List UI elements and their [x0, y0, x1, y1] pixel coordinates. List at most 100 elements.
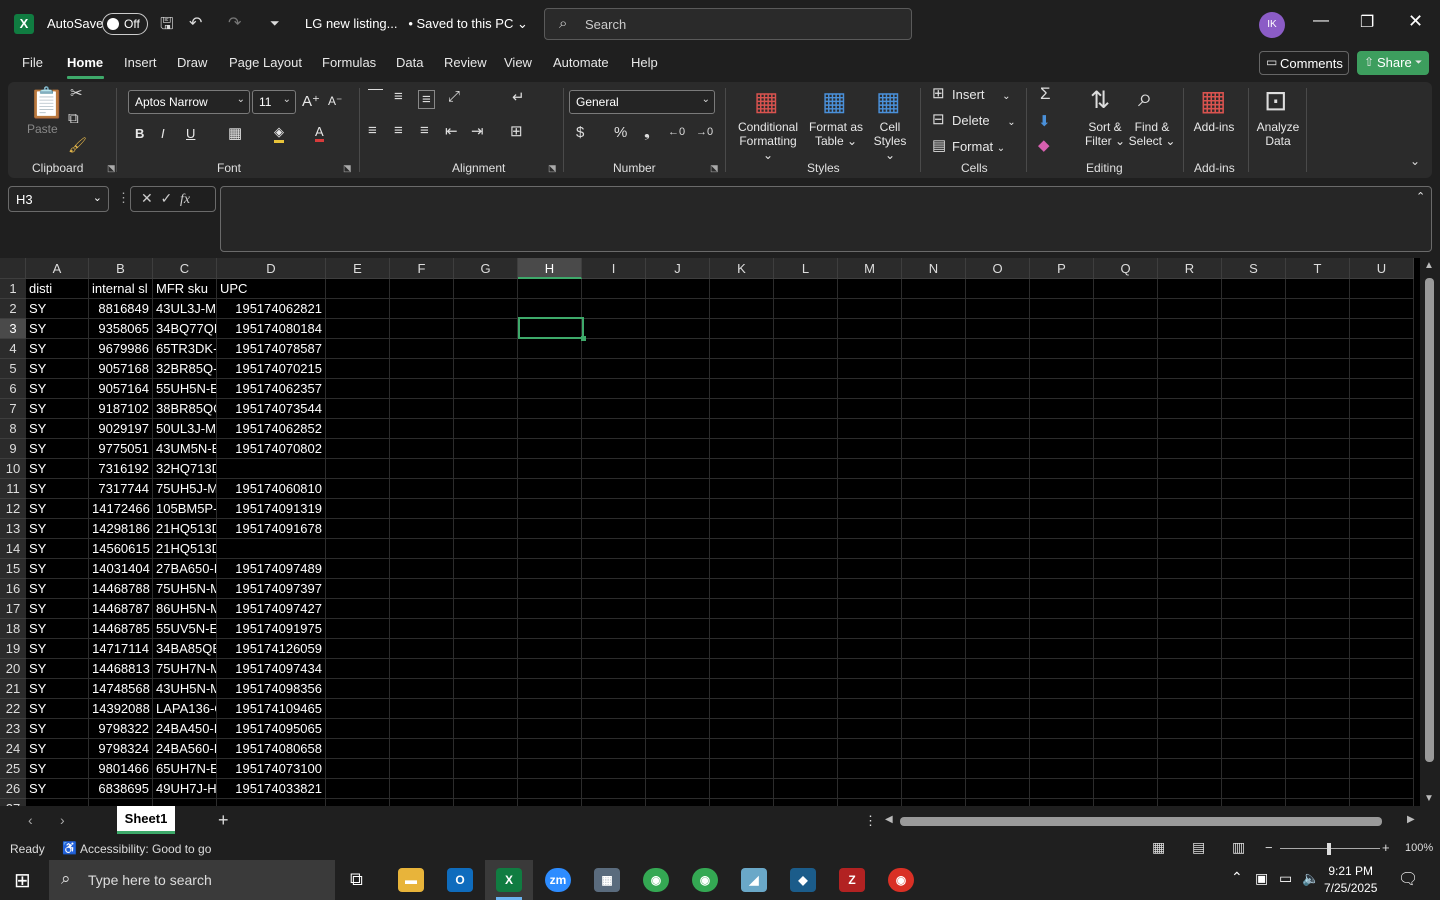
cell[interactable] — [1158, 339, 1222, 359]
cell[interactable]: SY — [26, 739, 89, 759]
cell[interactable] — [518, 339, 582, 359]
delete-cells-icon[interactable]: ⊟ — [932, 110, 945, 128]
align-bottom-icon[interactable]: ≡ — [418, 90, 435, 109]
cell[interactable] — [646, 539, 710, 559]
cell[interactable] — [454, 759, 518, 779]
cell[interactable] — [838, 739, 902, 759]
cell[interactable]: LAPA136-C — [153, 699, 217, 719]
copy-icon[interactable]: ⧉ — [68, 110, 79, 127]
cell[interactable] — [1094, 339, 1158, 359]
format-cells-icon[interactable]: ▤ — [932, 136, 946, 154]
cell[interactable] — [390, 619, 454, 639]
cell[interactable] — [1094, 579, 1158, 599]
cell[interactable] — [1094, 539, 1158, 559]
cell[interactable] — [1286, 759, 1350, 779]
cell[interactable] — [1158, 439, 1222, 459]
close-icon[interactable]: ✕ — [1408, 11, 1423, 32]
cell[interactable] — [1222, 519, 1286, 539]
cell[interactable]: 24BA560-E — [153, 739, 217, 759]
cell[interactable] — [1286, 539, 1350, 559]
cell[interactable] — [326, 799, 390, 806]
cell[interactable] — [646, 779, 710, 799]
cell[interactable]: 195174095065 — [217, 719, 326, 739]
cell[interactable] — [1286, 479, 1350, 499]
cell[interactable] — [1222, 659, 1286, 679]
cell[interactable] — [454, 419, 518, 439]
cell[interactable] — [902, 439, 966, 459]
cell[interactable] — [1030, 659, 1094, 679]
column-header-t[interactable]: T — [1286, 258, 1350, 279]
row-header[interactable]: 18 — [0, 619, 26, 639]
cell[interactable]: SY — [26, 359, 89, 379]
cell[interactable] — [646, 759, 710, 779]
cell[interactable] — [1286, 399, 1350, 419]
cell[interactable] — [710, 779, 774, 799]
cell[interactable] — [518, 759, 582, 779]
cell[interactable] — [1030, 399, 1094, 419]
column-header-a[interactable]: A — [26, 258, 89, 279]
cell[interactable]: 8816849 — [89, 299, 153, 319]
volume-icon[interactable]: 🔈 — [1302, 870, 1319, 887]
cell[interactable] — [1350, 499, 1414, 519]
cell[interactable] — [966, 719, 1030, 739]
cell[interactable]: SY — [26, 439, 89, 459]
decrease-indent-icon[interactable]: ⇤ — [445, 122, 458, 140]
cell[interactable] — [774, 479, 838, 499]
share-dropdown-icon[interactable]: ⏷ — [1415, 57, 1422, 68]
cell[interactable] — [1286, 659, 1350, 679]
cell[interactable] — [326, 319, 390, 339]
cell[interactable] — [326, 759, 390, 779]
cell[interactable] — [710, 299, 774, 319]
row-header[interactable]: 5 — [0, 359, 26, 379]
cell[interactable] — [774, 439, 838, 459]
cell[interactable] — [1030, 799, 1094, 806]
cell[interactable] — [1158, 619, 1222, 639]
cell[interactable] — [646, 719, 710, 739]
row-header[interactable]: 25 — [0, 759, 26, 779]
conditional-formatting-button[interactable]: Conditional Formatting ⌄ — [733, 120, 803, 162]
cell[interactable] — [1030, 639, 1094, 659]
cell[interactable] — [838, 359, 902, 379]
cell[interactable] — [646, 299, 710, 319]
row-header[interactable]: 6 — [0, 379, 26, 399]
cell[interactable]: 195174033821 — [217, 779, 326, 799]
cell[interactable] — [390, 459, 454, 479]
cell[interactable]: SY — [26, 719, 89, 739]
cell[interactable] — [518, 359, 582, 379]
cell[interactable] — [326, 639, 390, 659]
cell[interactable] — [902, 279, 966, 299]
row-header[interactable]: 7 — [0, 399, 26, 419]
clear-icon[interactable]: ◆ — [1038, 136, 1050, 154]
undo-icon[interactable]: ↶ — [189, 13, 202, 33]
cell[interactable]: 55UH5N-E — [153, 379, 217, 399]
cell[interactable] — [1030, 279, 1094, 299]
cell[interactable] — [1222, 719, 1286, 739]
align-left-icon[interactable]: ≡ — [368, 122, 377, 139]
cell[interactable]: 9057164 — [89, 379, 153, 399]
cell[interactable] — [838, 399, 902, 419]
cell[interactable] — [838, 439, 902, 459]
row-header[interactable]: 9 — [0, 439, 26, 459]
column-header-q[interactable]: Q — [1094, 258, 1158, 279]
cell[interactable] — [710, 619, 774, 639]
filezilla-icon[interactable]: Z — [839, 868, 865, 892]
cell[interactable] — [838, 379, 902, 399]
column-header-c[interactable]: C — [153, 258, 217, 279]
cell[interactable] — [1094, 439, 1158, 459]
cell[interactable] — [1158, 659, 1222, 679]
cell[interactable]: 9798324 — [89, 739, 153, 759]
insert-function-icon[interactable]: fx — [180, 192, 190, 207]
tab-automate[interactable]: Automate — [553, 55, 609, 70]
cell[interactable] — [518, 699, 582, 719]
cell[interactable] — [774, 519, 838, 539]
cell[interactable] — [454, 619, 518, 639]
cell[interactable] — [838, 459, 902, 479]
cell[interactable] — [582, 419, 646, 439]
cell[interactable]: 195174091975 — [217, 619, 326, 639]
cell[interactable] — [1158, 639, 1222, 659]
cell[interactable] — [1094, 759, 1158, 779]
zoom-in-icon[interactable]: + — [1382, 840, 1390, 855]
cell[interactable] — [1094, 499, 1158, 519]
insert-cells-icon[interactable]: ⊞ — [932, 84, 945, 102]
cell[interactable] — [966, 379, 1030, 399]
